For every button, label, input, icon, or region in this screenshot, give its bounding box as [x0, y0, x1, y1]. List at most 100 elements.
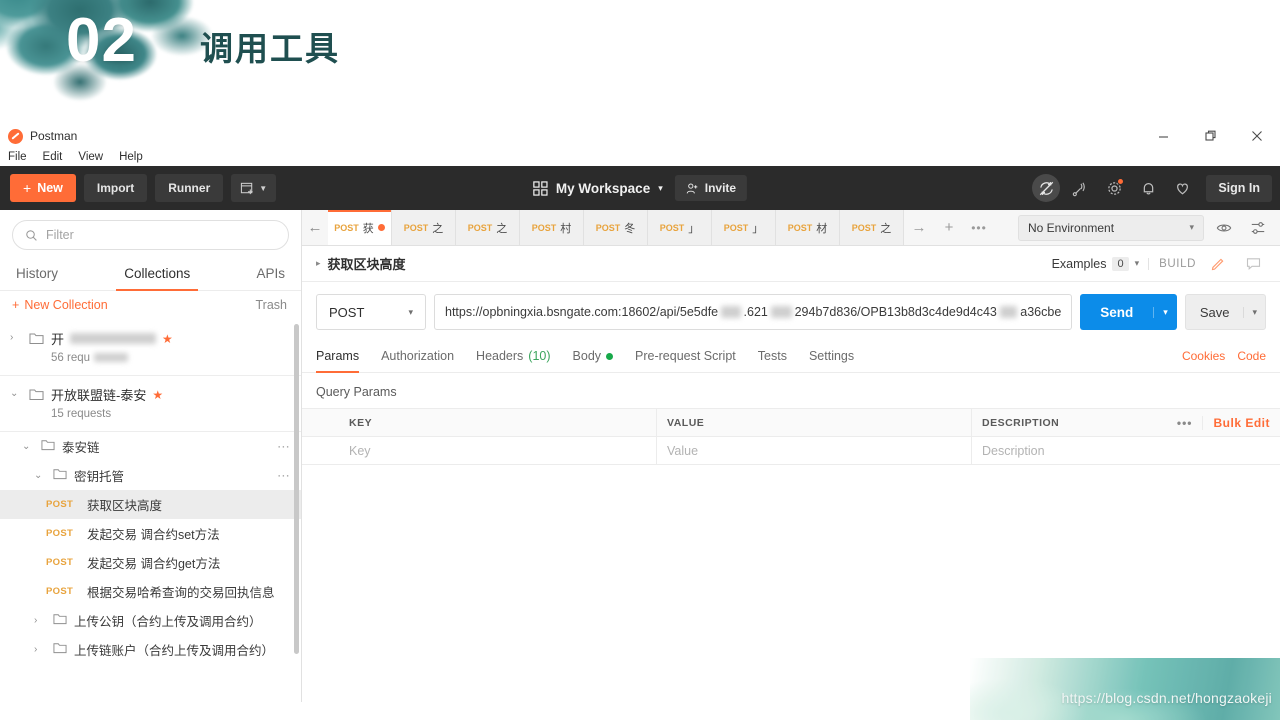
new-button[interactable]: + New	[10, 174, 76, 202]
sync-disabled-icon[interactable]	[1032, 174, 1061, 202]
bulk-edit-link[interactable]: Bulk Edit	[1213, 416, 1270, 430]
arrow-right-icon[interactable]: →	[904, 210, 934, 245]
url-input[interactable]: https://opbningxia.bsngate.com:18602/api…	[434, 294, 1073, 330]
close-icon[interactable]	[1236, 124, 1278, 148]
minimize-icon[interactable]	[1142, 124, 1184, 148]
folder-menu-icon[interactable]: ⋯	[277, 468, 291, 484]
tab-body[interactable]: Body	[573, 340, 614, 373]
folder-row-upload-pubkey[interactable]: › 上传公钥（合约上传及调用合约）	[0, 606, 301, 635]
folder-label: 泰安链	[62, 441, 100, 455]
satellite-icon[interactable]	[1066, 174, 1094, 202]
sidebar-tab-apis[interactable]: APIs	[254, 260, 287, 290]
collection-row[interactable]: ⌄ 开放联盟链-泰安 ★ 15 requests	[0, 376, 301, 432]
tab-title: 之	[880, 222, 892, 235]
folder-row-upload-account[interactable]: › 上传链账户（合约上传及调用合约）	[0, 635, 301, 664]
chevron-down-icon[interactable]: ▾	[1153, 306, 1177, 318]
postman-logo-icon	[8, 128, 23, 144]
chevron-down-icon[interactable]: ⌄	[34, 470, 46, 481]
new-window-icon[interactable]: ▼	[231, 174, 277, 202]
menu-item-edit[interactable]: Edit	[43, 151, 63, 163]
workspace-selector[interactable]: My Workspace ▾	[533, 181, 663, 196]
examples-selector[interactable]: Examples 0 ▾	[1052, 256, 1139, 271]
menu-item-view[interactable]: View	[78, 151, 103, 163]
chevron-right-icon[interactable]: ›	[10, 329, 22, 343]
environment-selector[interactable]: No Environment ▾	[1018, 214, 1204, 241]
method-selector[interactable]: POST ▾	[316, 294, 426, 330]
collections-tree: › 开 ★ 56 requ ⌄ 开放联盟链-泰安 ★ 15 requests ⌄…	[0, 320, 301, 702]
request-row-tx-receipt[interactable]: POST 根据交易哈希查询的交易回执信息	[0, 577, 301, 606]
new-collection-button[interactable]: + New Collection	[12, 298, 108, 312]
cookies-link[interactable]: Cookies	[1182, 349, 1225, 363]
column-header-value: VALUE	[657, 409, 972, 436]
pencil-icon[interactable]	[1205, 252, 1231, 276]
menu-item-file[interactable]: File	[8, 151, 27, 163]
request-row-get-method[interactable]: POST 发起交易 调合约get方法	[0, 548, 301, 577]
bell-icon[interactable]	[1134, 174, 1162, 202]
request-row-get-block-height[interactable]: POST 获取区块高度	[0, 490, 301, 519]
folder-menu-icon[interactable]: ⋯	[277, 439, 291, 455]
person-add-icon	[686, 182, 698, 194]
sidebar-tab-collections[interactable]: Collections	[116, 260, 199, 291]
chevron-right-icon[interactable]: ›	[34, 615, 46, 626]
request-tab[interactable]: POST 冬	[584, 210, 648, 245]
heart-icon[interactable]	[1168, 174, 1196, 202]
table-row[interactable]: Key Value Description	[302, 437, 1280, 465]
request-tab[interactable]: POST 材	[776, 210, 840, 245]
redacted-url-part	[770, 306, 792, 318]
star-icon[interactable]: ★	[152, 388, 163, 402]
save-button[interactable]: Save ▾	[1184, 294, 1266, 330]
url-part: .621	[743, 305, 768, 319]
chevron-down-icon[interactable]: ⌄	[10, 385, 22, 399]
request-name[interactable]: ▸ 获取区块高度	[316, 254, 406, 273]
row-checkbox-cell[interactable]	[302, 437, 339, 464]
tab-method: POST	[723, 222, 749, 233]
unsaved-dot	[377, 224, 385, 231]
import-button[interactable]: Import	[83, 174, 148, 202]
tab-headers[interactable]: Headers (10)	[476, 340, 550, 373]
request-row-set-method[interactable]: POST 发起交易 调合约set方法	[0, 519, 301, 548]
request-tab[interactable]: POST 之	[392, 210, 456, 245]
request-tab[interactable]: POST 获	[328, 210, 392, 245]
chevron-down-icon[interactable]: ▾	[1243, 306, 1265, 318]
url-part: 294b7d836/OPB13b8d3c4de9d4c43	[794, 305, 997, 319]
send-button[interactable]: Send ▾	[1080, 294, 1177, 330]
sidebar-tab-history[interactable]: History	[14, 260, 60, 290]
folder-row-keycustody[interactable]: ⌄ 密钥托管 ⋯	[0, 461, 301, 490]
sliders-icon[interactable]	[1244, 215, 1272, 241]
more-tabs-icon[interactable]: •••	[964, 210, 994, 245]
key-input[interactable]: Key	[339, 437, 657, 464]
comment-icon[interactable]	[1240, 252, 1266, 276]
tab-tests[interactable]: Tests	[758, 340, 787, 373]
search-input[interactable]: Filter	[12, 220, 289, 250]
tab-pre-request-script[interactable]: Pre-request Script	[635, 340, 736, 373]
sign-in-button[interactable]: Sign In	[1206, 174, 1272, 202]
code-link[interactable]: Code	[1237, 349, 1266, 363]
chevron-right-icon[interactable]: ›	[34, 644, 46, 655]
trash-link[interactable]: Trash	[256, 298, 288, 312]
tab-settings[interactable]: Settings	[809, 340, 854, 373]
eye-icon[interactable]	[1210, 215, 1238, 241]
runner-button[interactable]: Runner	[155, 174, 224, 202]
star-icon[interactable]: ★	[162, 332, 173, 346]
tab-authorization[interactable]: Authorization	[381, 340, 454, 373]
folder-row-taianchain[interactable]: ⌄ 泰安链 ⋯	[0, 432, 301, 461]
arrow-left-icon[interactable]: ←	[302, 210, 328, 245]
request-tab[interactable]: POST 之	[840, 210, 904, 245]
request-tab[interactable]: POST 村	[520, 210, 584, 245]
collection-row[interactable]: › 开 ★ 56 requ	[0, 320, 301, 376]
table-options-icon[interactable]: •••	[1177, 415, 1204, 430]
invite-button[interactable]: Invite	[674, 175, 748, 201]
value-input[interactable]: Value	[657, 437, 972, 464]
expand-triangle-icon[interactable]: ▸	[316, 258, 321, 269]
request-tab[interactable]: POST 之	[456, 210, 520, 245]
menu-item-help[interactable]: Help	[119, 151, 143, 163]
description-input[interactable]: Description	[972, 437, 1280, 464]
chevron-down-icon[interactable]: ⌄	[22, 441, 34, 452]
tab-params[interactable]: Params	[316, 340, 360, 373]
request-tab[interactable]: POST 」	[648, 210, 712, 245]
sidebar-scrollbar[interactable]	[294, 324, 299, 654]
restore-icon[interactable]	[1190, 124, 1232, 148]
add-tab-icon[interactable]: +	[934, 210, 964, 245]
request-tab[interactable]: POST 」	[712, 210, 776, 245]
gear-icon[interactable]	[1100, 174, 1128, 202]
